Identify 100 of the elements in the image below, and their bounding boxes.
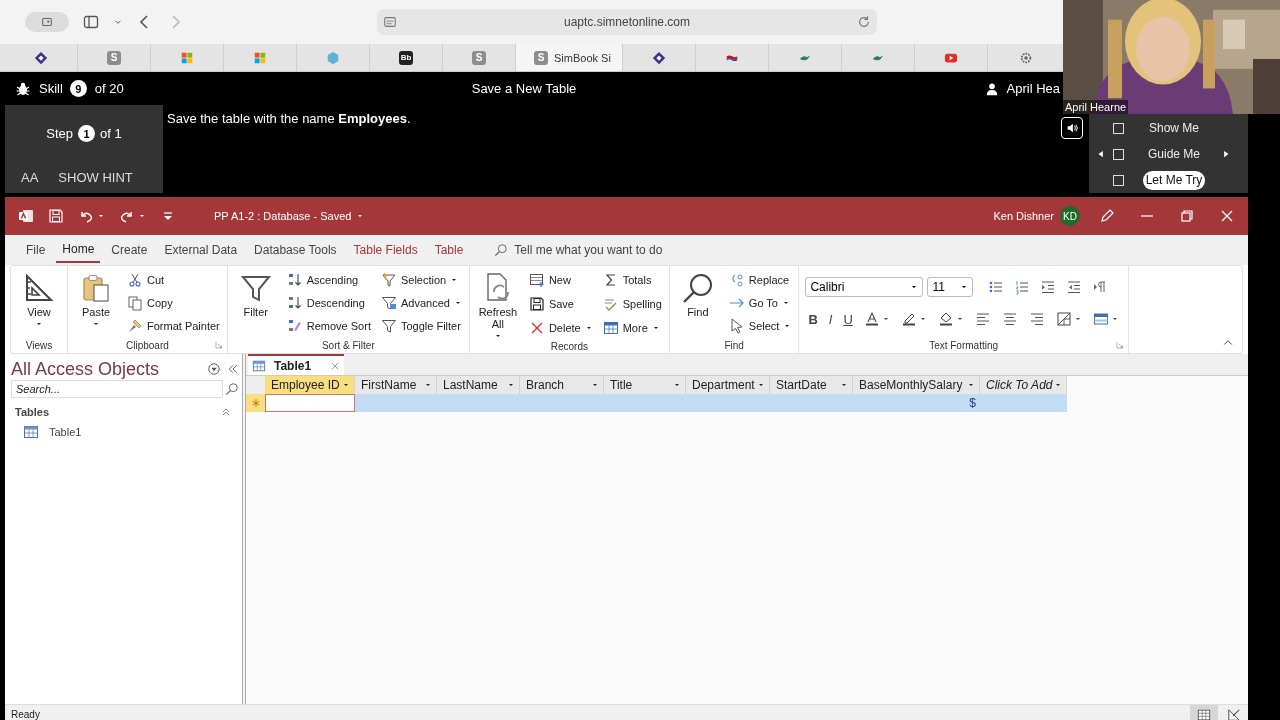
format-button[interactable]: U xyxy=(840,308,856,330)
collapse-pane-icon xyxy=(227,363,239,375)
caret-icon xyxy=(507,381,515,389)
table-cell: $ xyxy=(853,394,980,412)
ribbon-button[interactable]: Spelling xyxy=(599,293,665,315)
user-name: Ken Dishner xyxy=(993,210,1054,222)
group-header[interactable]: Tables xyxy=(11,402,239,422)
column-header[interactable]: LastName xyxy=(437,376,520,394)
dropdown-button[interactable]: More xyxy=(599,317,665,339)
ribbon-button[interactable]: Replace xyxy=(725,268,795,291)
ribbon-button[interactable]: Toggle Filter xyxy=(377,314,465,337)
user-avatar: KD xyxy=(1060,206,1080,226)
mode-button[interactable]: Show Me xyxy=(1134,118,1214,138)
ribbon-tab[interactable]: Home xyxy=(56,237,101,263)
column-header[interactable]: BaseMonthlySalary xyxy=(853,376,980,394)
audio-button[interactable] xyxy=(1061,117,1083,139)
step-total: of 1 xyxy=(100,126,122,141)
column-header[interactable]: FirstName xyxy=(355,376,437,394)
sort-descending-icon xyxy=(286,294,303,311)
ribbon-tab[interactable]: Create xyxy=(105,237,154,263)
column-header[interactable]: Employee ID xyxy=(265,376,355,394)
show-hint-button[interactable]: SHOW HINT xyxy=(58,165,133,189)
format-button[interactable]: I xyxy=(825,308,836,330)
ribbon-tab[interactable]: Database Tools xyxy=(248,237,343,263)
dropdown-button[interactable]: View xyxy=(15,268,63,328)
font-size-field[interactable]: 11 xyxy=(927,277,974,297)
dropdown-button[interactable]: Select xyxy=(725,314,795,337)
ribbon-button[interactable]: Descending xyxy=(283,291,374,314)
dropdown-icon xyxy=(207,362,221,376)
column-header[interactable]: Title xyxy=(604,376,686,394)
address-bar[interactable]: uaptc.simnetonline.com xyxy=(377,9,877,35)
caret-icon xyxy=(97,212,105,220)
format-button[interactable]: B xyxy=(805,308,821,330)
view-button[interactable] xyxy=(1190,705,1218,720)
document-title[interactable]: PP A1-2 : Database - Saved xyxy=(214,210,365,222)
checkbox[interactable] xyxy=(1113,174,1124,186)
column-header[interactable]: Department xyxy=(686,376,770,394)
align-center-icon xyxy=(1001,311,1018,327)
clear-sort-icon xyxy=(286,317,303,334)
column-header[interactable]: Click To Add xyxy=(980,376,1067,394)
column-header[interactable]: StartDate xyxy=(770,376,853,394)
participant-name: April Hearne xyxy=(1063,100,1129,114)
instruction-text: Save the table with the name Employees. xyxy=(167,111,412,126)
pen-icon xyxy=(1099,208,1115,224)
document-tab[interactable]: Table1 xyxy=(248,354,344,375)
search-field[interactable]: Tell me what you want to do xyxy=(494,243,663,257)
ribbon-button[interactable]: Format Painter xyxy=(124,314,223,337)
selection-filter-icon xyxy=(380,271,397,288)
spelling-check-icon xyxy=(602,296,619,312)
dropdown-button[interactable]: Refresh All xyxy=(473,268,522,340)
ribbon-tab[interactable]: File xyxy=(20,237,52,263)
ribbon-button[interactable]: Ascending xyxy=(283,268,374,291)
profile-icon xyxy=(40,15,54,29)
caret-icon xyxy=(138,212,146,220)
dropdown-button[interactable]: Selection xyxy=(377,268,465,291)
search-field[interactable]: Search... xyxy=(11,380,223,398)
checkbox[interactable] xyxy=(1113,122,1124,134)
ribbon-button[interactable]: Save xyxy=(525,293,596,315)
ribbon-tab[interactable]: External Data xyxy=(158,237,244,263)
pane-menu-button[interactable] xyxy=(207,361,221,377)
sidebar-icon xyxy=(83,14,99,30)
restore-icon xyxy=(1179,208,1195,224)
skill-total: of 20 xyxy=(94,81,124,96)
mode-button[interactable]: Guide Me xyxy=(1134,144,1214,164)
sort-ascending-icon xyxy=(286,271,303,288)
dropdown-button[interactable]: Advanced xyxy=(377,291,465,314)
ribbon-button[interactable]: Remove Sort xyxy=(283,314,374,337)
browser-tab[interactable]: Bb xyxy=(370,44,443,71)
mode-button[interactable]: Let Me Try xyxy=(1143,170,1205,190)
checkbox[interactable] xyxy=(1113,148,1124,160)
alternate-row-icon xyxy=(1092,311,1109,327)
ribbon-button[interactable]: Filter xyxy=(231,268,280,318)
font-field[interactable]: Calibri xyxy=(805,277,924,297)
browser-tab[interactable]: S SimBook Si xyxy=(516,44,623,71)
ribbon-button[interactable]: Totals xyxy=(599,269,665,291)
pane-title: All Access Objects xyxy=(11,358,161,380)
group-label: Records xyxy=(550,341,588,352)
profile-button[interactable] xyxy=(25,12,69,32)
group-label: Text Formatting xyxy=(929,339,999,351)
skill-title: Save a New Table xyxy=(471,81,577,96)
ribbon-tab[interactable]: Table Fields xyxy=(347,237,424,263)
ribbon-button[interactable]: Cut xyxy=(124,268,223,291)
datasheet-view-icon xyxy=(1197,707,1211,720)
numbered-list-icon xyxy=(1014,279,1031,295)
highlighter-icon xyxy=(900,311,917,327)
dropdown-button[interactable]: Delete xyxy=(525,317,596,339)
input-field[interactable] xyxy=(265,394,355,412)
font-size-button[interactable]: AA xyxy=(21,165,39,189)
ribbon-button[interactable]: Copy xyxy=(124,291,223,314)
ribbon-button[interactable]: New xyxy=(525,269,596,291)
ribbon-tab[interactable]: Table xyxy=(428,237,470,263)
ribbon-button[interactable]: Find xyxy=(673,268,722,318)
navigation-item[interactable]: Table1 xyxy=(11,422,82,442)
dropdown-button[interactable]: Go To xyxy=(725,291,795,314)
skill-number: 9 xyxy=(69,80,87,97)
save-icon xyxy=(528,296,545,312)
dropdown-button[interactable]: Paste xyxy=(72,268,120,328)
column-header[interactable]: Branch xyxy=(520,376,604,394)
clipboard-icon xyxy=(80,272,112,304)
close-tab-button[interactable] xyxy=(330,360,340,371)
